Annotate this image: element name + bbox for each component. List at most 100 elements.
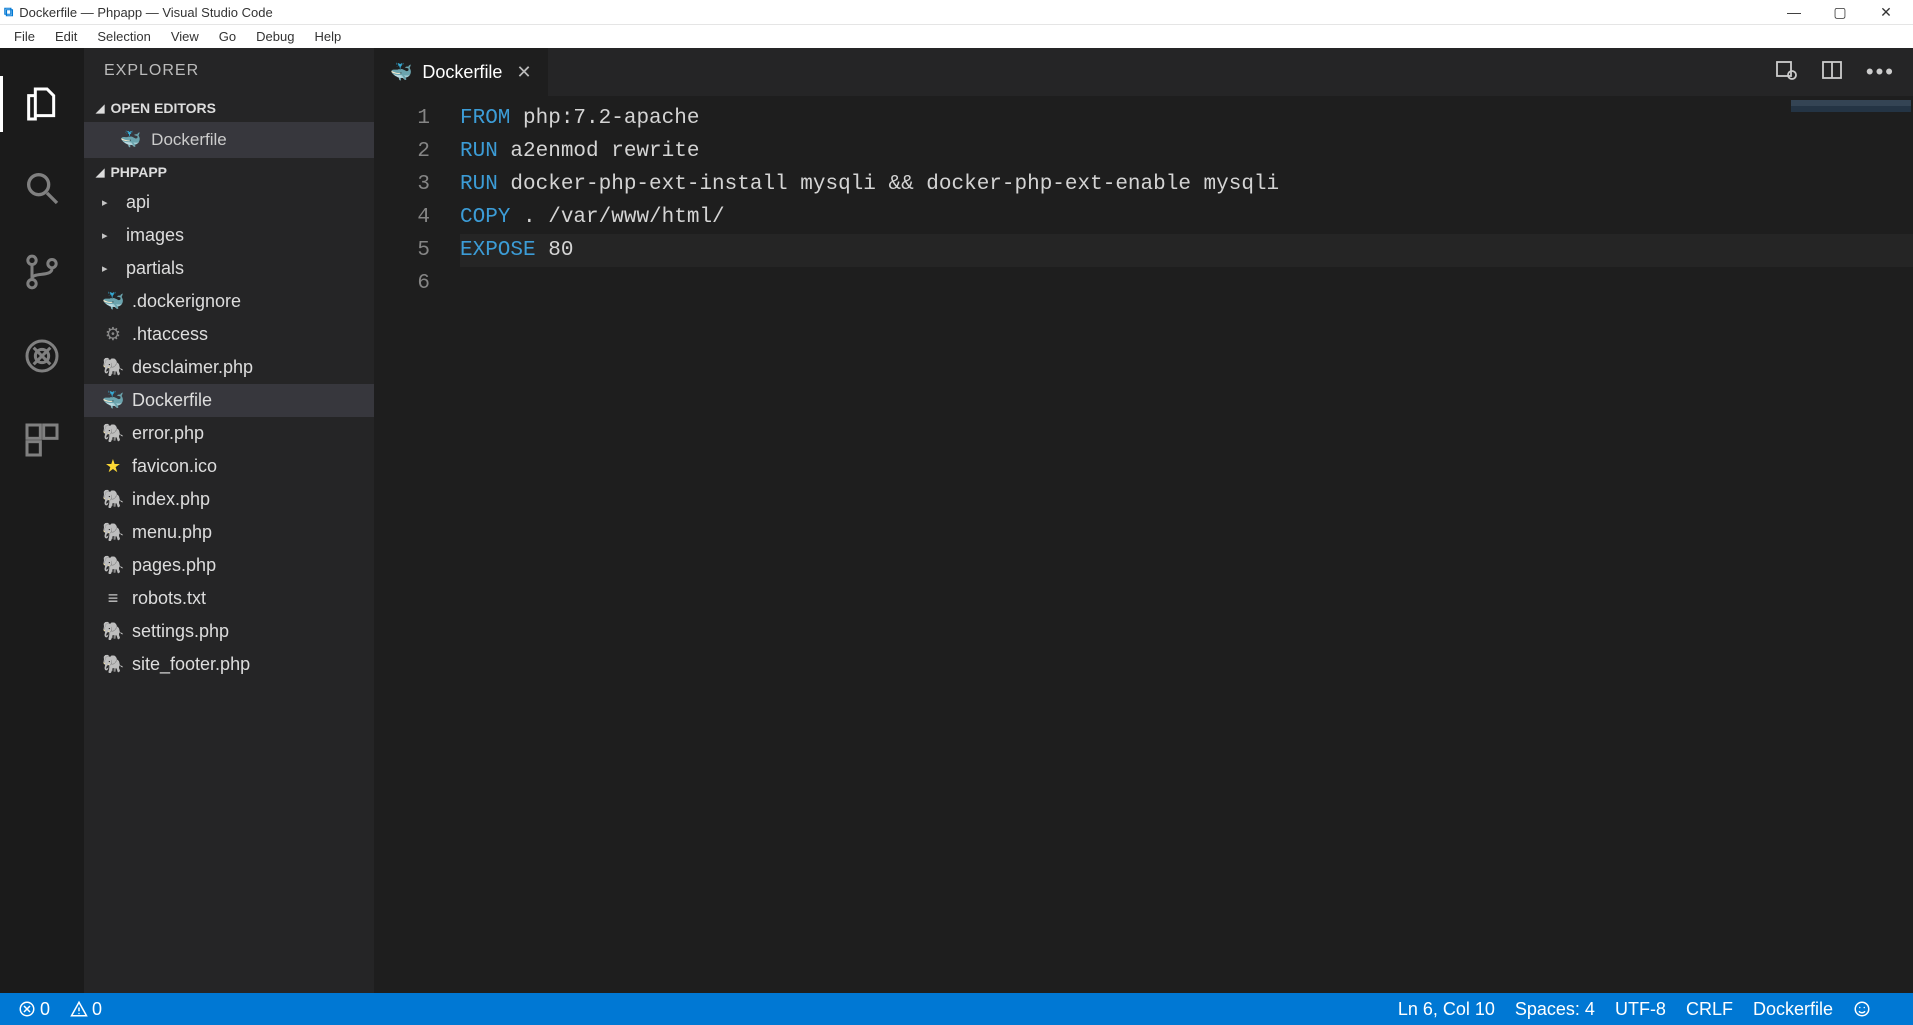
open-editor-item[interactable]: 🐳 Dockerfile bbox=[84, 122, 374, 158]
tab-title: Dockerfile bbox=[422, 62, 502, 83]
main-area: EXPLORER ◢ OPEN EDITORS 🐳 Dockerfile ◢ P… bbox=[0, 48, 1913, 993]
file-name: index.php bbox=[132, 489, 210, 510]
menu-help[interactable]: Help bbox=[304, 29, 351, 44]
line-number: 6 bbox=[374, 267, 430, 300]
tree-file[interactable]: 🐘 site_footer.php bbox=[84, 648, 374, 681]
open-editors-header[interactable]: ◢ OPEN EDITORS bbox=[84, 94, 374, 122]
docker-icon: 🐳 bbox=[390, 62, 412, 83]
activity-debug[interactable] bbox=[14, 328, 70, 384]
tree-file[interactable]: 🐘 menu.php bbox=[84, 516, 374, 549]
preview-icon bbox=[1774, 58, 1798, 82]
split-editor-button[interactable] bbox=[1820, 58, 1844, 87]
menu-file[interactable]: File bbox=[4, 29, 45, 44]
files-icon bbox=[22, 84, 62, 124]
status-errors[interactable]: 0 bbox=[18, 999, 50, 1020]
file-name: settings.php bbox=[132, 621, 229, 642]
tree-file[interactable]: 🐘pages.php bbox=[84, 549, 374, 582]
line-number: 4 bbox=[374, 201, 430, 234]
menu-edit[interactable]: Edit bbox=[45, 29, 87, 44]
php-icon: 🐘 bbox=[102, 522, 124, 543]
status-spaces[interactable]: Spaces: 4 bbox=[1515, 999, 1595, 1020]
gear-icon: ⚙ bbox=[102, 324, 124, 345]
line-number: 1 bbox=[374, 102, 430, 135]
php-icon: 🐘 bbox=[102, 357, 124, 378]
tree-file[interactable]: 🐘 index.php bbox=[84, 483, 374, 516]
status-language[interactable]: Dockerfile bbox=[1753, 999, 1833, 1020]
menu-view[interactable]: View bbox=[161, 29, 209, 44]
status-warnings[interactable]: 0 bbox=[70, 999, 102, 1020]
editor-pane: 🐳 Dockerfile ✕ ••• 123456 FROM php:7.2-a… bbox=[374, 48, 1913, 993]
code-line[interactable]: COPY . /var/www/html/ bbox=[460, 201, 1913, 234]
lines-icon: ≡ bbox=[102, 588, 124, 609]
code-line[interactable]: EXPOSE 80 bbox=[460, 234, 1913, 267]
line-number: 5 bbox=[374, 234, 430, 267]
file-name: site_footer.php bbox=[132, 654, 250, 675]
project-header[interactable]: ◢ PHPAPP bbox=[84, 158, 374, 186]
tree-file[interactable]: ⚙ .htaccess bbox=[84, 318, 374, 351]
activity-extensions[interactable] bbox=[14, 412, 70, 468]
tree-file[interactable]: ★favicon.ico bbox=[84, 450, 374, 483]
menu-debug[interactable]: Debug bbox=[246, 29, 304, 44]
tab-dockerfile[interactable]: 🐳 Dockerfile ✕ bbox=[374, 48, 549, 96]
tree-file[interactable]: 🐘error.php bbox=[84, 417, 374, 450]
php-icon: 🐘 bbox=[102, 654, 124, 675]
tree-file[interactable]: 🐘desclaimer.php bbox=[84, 351, 374, 384]
menu-selection[interactable]: Selection bbox=[87, 29, 160, 44]
activity-search[interactable] bbox=[14, 160, 70, 216]
chevron-right-icon: ▸ bbox=[102, 229, 118, 242]
tree-file[interactable]: 🐳Dockerfile bbox=[84, 384, 374, 417]
php-icon: 🐘 bbox=[102, 489, 124, 510]
close-tab-button[interactable]: ✕ bbox=[516, 62, 531, 83]
explorer-sidebar: EXPLORER ◢ OPEN EDITORS 🐳 Dockerfile ◢ P… bbox=[84, 48, 374, 993]
tree-folder[interactable]: ▸ images bbox=[84, 219, 374, 252]
close-window-button[interactable]: ✕ bbox=[1863, 4, 1909, 21]
code-line[interactable]: RUN docker-php-ext-install mysqli && doc… bbox=[460, 168, 1913, 201]
status-feedback[interactable] bbox=[1853, 1000, 1875, 1018]
split-icon bbox=[1820, 58, 1844, 82]
tree-file[interactable]: 🐘 settings.php bbox=[84, 615, 374, 648]
docker-icon: 🐳 bbox=[102, 390, 124, 411]
file-name: menu.php bbox=[132, 522, 212, 543]
file-name: robots.txt bbox=[132, 588, 206, 609]
php-icon: 🐘 bbox=[102, 621, 124, 642]
line-gutter: 123456 bbox=[374, 102, 460, 993]
editor-body[interactable]: 123456 FROM php:7.2-apacheRUN a2enmod re… bbox=[374, 96, 1913, 993]
code-line[interactable]: FROM php:7.2-apache bbox=[460, 102, 1913, 135]
minimap[interactable] bbox=[1791, 100, 1911, 130]
tree-file[interactable]: 🐳.dockerignore bbox=[84, 285, 374, 318]
status-eol[interactable]: CRLF bbox=[1686, 999, 1733, 1020]
vscode-icon: ⧉ bbox=[4, 4, 13, 20]
docker-icon: 🐳 bbox=[120, 130, 141, 150]
title-bar: ⧉ Dockerfile — Phpapp — Visual Studio Co… bbox=[0, 0, 1913, 24]
search-icon bbox=[22, 168, 62, 208]
docker-icon: 🐳 bbox=[102, 291, 124, 312]
code-line[interactable]: RUN a2enmod rewrite bbox=[460, 135, 1913, 168]
tab-bar: 🐳 Dockerfile ✕ ••• bbox=[374, 48, 1913, 96]
status-position[interactable]: Ln 6, Col 10 bbox=[1398, 999, 1495, 1020]
file-name: favicon.ico bbox=[132, 456, 217, 477]
status-encoding[interactable]: UTF-8 bbox=[1615, 999, 1666, 1020]
project-label: PHPAPP bbox=[110, 164, 167, 180]
chevron-down-icon: ◢ bbox=[96, 166, 104, 179]
maximize-button[interactable]: ▢ bbox=[1817, 4, 1863, 21]
activity-bar bbox=[0, 48, 84, 993]
code-area[interactable]: FROM php:7.2-apacheRUN a2enmod rewriteRU… bbox=[460, 102, 1913, 993]
tree-folder[interactable]: ▸api bbox=[84, 186, 374, 219]
line-number: 3 bbox=[374, 168, 430, 201]
tree-file[interactable]: ≡ robots.txt bbox=[84, 582, 374, 615]
file-name: .htaccess bbox=[132, 324, 208, 345]
activity-explorer[interactable] bbox=[14, 76, 70, 132]
folder-name: partials bbox=[126, 258, 184, 279]
minimize-button[interactable]: — bbox=[1771, 4, 1817, 20]
open-preview-button[interactable] bbox=[1774, 58, 1798, 87]
bug-icon bbox=[22, 336, 62, 376]
open-editors-label: OPEN EDITORS bbox=[110, 100, 216, 116]
menu-go[interactable]: Go bbox=[209, 29, 246, 44]
more-actions-button[interactable]: ••• bbox=[1866, 59, 1895, 85]
editor-actions: ••• bbox=[1774, 48, 1913, 96]
folder-name: images bbox=[126, 225, 184, 246]
tree-folder[interactable]: ▸partials bbox=[84, 252, 374, 285]
scrollbar[interactable] bbox=[1903, 96, 1913, 256]
activity-scm[interactable] bbox=[14, 244, 70, 300]
php-icon: 🐘 bbox=[102, 423, 124, 444]
